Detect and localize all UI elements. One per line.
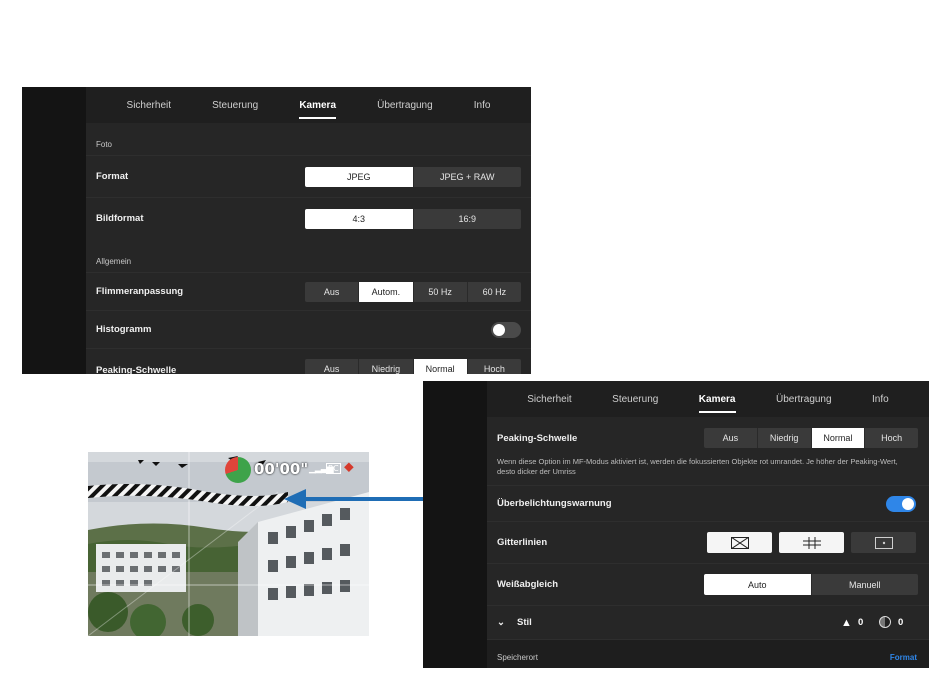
storage-row: Speicherort Format [487, 639, 929, 668]
triangle-icon: ▲ [841, 616, 852, 629]
peaking-selector-top: Aus Niedrig Normal Hoch [305, 359, 521, 374]
tab-bar: Sicherheit Steuerung Kamera Übertragung … [487, 381, 929, 417]
settings-content: Sicherheit Steuerung Kamera Übertragung … [86, 87, 531, 374]
camera-settings-panel-top: Sicherheit Steuerung Kamera Übertragung … [22, 87, 531, 374]
bildformat-selector: 4:3 16:9 [305, 208, 522, 229]
gridline-thirds-button[interactable] [779, 532, 844, 553]
settings-content: Sicherheit Steuerung Kamera Übertragung … [487, 381, 929, 668]
overexposure-label: Überbelichtungswarnung [497, 498, 612, 509]
gridlines-label: Gitterlinien [497, 537, 548, 548]
format-link[interactable]: Format [890, 653, 917, 662]
toggle-knob [493, 324, 505, 336]
peaking-option-aus[interactable]: Aus [704, 428, 757, 448]
style-value-a: 0 [858, 617, 864, 628]
tab-steuerung[interactable]: Steuerung [206, 96, 264, 115]
gridline-diagonal-button[interactable] [707, 532, 772, 553]
rc-badge: RC [326, 463, 341, 474]
flimmer-option-60hz[interactable]: 60 Hz [466, 281, 521, 302]
format-option-jpeg[interactable]: JPEG [305, 166, 413, 187]
tab-sicherheit[interactable]: Sicherheit [521, 390, 577, 409]
flimmer-label: Flimmeranpassung [96, 286, 184, 297]
tab-sicherheit[interactable]: Sicherheit [121, 96, 177, 115]
peaking-option-normal[interactable]: Normal [412, 359, 467, 374]
sidebar [22, 87, 86, 374]
whitebalance-option-manuell[interactable]: Manuell [810, 574, 919, 595]
timer-readout: 00'00" [254, 460, 309, 478]
format-label: Format [96, 171, 129, 182]
bildformat-label: Bildformat [96, 213, 144, 224]
grid-thirds-icon [802, 536, 821, 549]
grid-center-icon [874, 536, 893, 549]
peaking-option-niedrig[interactable]: Niedrig [756, 428, 811, 448]
peaking-option-hoch[interactable]: Hoch [466, 359, 521, 374]
grid-diagonal-icon [730, 536, 749, 549]
flimmer-option-aus[interactable]: Aus [305, 282, 358, 302]
peaking-option-hoch[interactable]: Hoch [864, 428, 918, 448]
tab-kamera[interactable]: Kamera [693, 390, 742, 413]
peaking-row: Peaking-Schwelle Aus Niedrig Normal Hoch… [487, 419, 929, 485]
sidebar [423, 381, 487, 668]
style-row[interactable]: ⌄ Stil ▲ 0 0 [487, 605, 929, 639]
whitebalance-selector: Auto Manuell [704, 574, 918, 595]
peaking-description: Wenn diese Option im MF-Modus aktiviert … [497, 457, 898, 476]
flimmer-option-autom[interactable]: Autom. [358, 281, 413, 302]
histogramm-row: Histogramm [86, 310, 531, 348]
peaking-row-top: Peaking-Schwelle Aus Niedrig Normal Hoch [86, 348, 531, 374]
format-option-jpeg-raw[interactable]: JPEG + RAW [412, 166, 522, 187]
tab-info[interactable]: Info [468, 96, 497, 115]
focus-ring-icon [225, 457, 251, 483]
style-label: Stil [517, 617, 532, 628]
flimmer-option-50hz[interactable]: 50 Hz [412, 281, 467, 302]
tab-uebertragung[interactable]: Übertragung [770, 390, 838, 409]
storage-label: Speicherort [497, 653, 538, 662]
histogramm-label: Histogramm [96, 324, 152, 335]
peaking-option-aus[interactable]: Aus [305, 359, 358, 374]
overexposure-toggle[interactable] [886, 496, 916, 512]
flimmer-row: Flimmeranpassung Aus Autom. 50 Hz 60 Hz [86, 272, 531, 310]
bildformat-option-16-9[interactable]: 16:9 [412, 208, 522, 229]
tab-steuerung[interactable]: Steuerung [606, 390, 664, 409]
bildformat-option-4-3[interactable]: 4:3 [305, 208, 413, 229]
whitebalance-label: Weißabgleich [497, 579, 559, 590]
tab-info[interactable]: Info [866, 390, 895, 409]
tab-kamera[interactable]: Kamera [293, 96, 342, 119]
camera-live-view: 00'00" ▁▂▃▅ RC ⬥ [88, 452, 369, 636]
whitebalance-row: Weißabgleich Auto Manuell [487, 563, 929, 605]
peaking-label: Peaking-Schwelle [497, 433, 578, 444]
histogramm-toggle[interactable] [491, 322, 521, 338]
peaking-option-niedrig[interactable]: Niedrig [358, 359, 412, 374]
toggle-knob [902, 498, 914, 510]
peaking-option-normal[interactable]: Normal [810, 428, 865, 448]
section-foto-label: Foto [96, 140, 113, 149]
chevron-down-icon: ⌄ [497, 617, 505, 628]
tab-bar: Sicherheit Steuerung Kamera Übertragung … [86, 87, 531, 123]
gridlines-row: Gitterlinien [487, 521, 929, 563]
section-allgemein-label: Allgemein [96, 257, 132, 266]
gridline-center-button[interactable] [851, 532, 916, 553]
red-marker-icon: ⬥ [344, 459, 354, 475]
whitebalance-option-auto[interactable]: Auto [704, 574, 811, 595]
camera-settings-panel-bottom: Sicherheit Steuerung Kamera Übertragung … [423, 381, 929, 668]
peaking-selector: Aus Niedrig Normal Hoch [704, 428, 918, 448]
style-value-b: 0 [898, 617, 904, 628]
flimmer-selector: Aus Autom. 50 Hz 60 Hz [305, 281, 521, 302]
overexposure-row: Überbelichtungswarnung [487, 485, 929, 521]
format-row: Format JPEG JPEG + RAW [86, 155, 531, 197]
bildformat-row: Bildformat 4:3 16:9 [86, 197, 531, 239]
contrast-icon [879, 616, 891, 628]
format-selector: JPEG JPEG + RAW [305, 166, 522, 187]
peaking-label: Peaking-Schwelle [96, 365, 177, 374]
tab-uebertragung[interactable]: Übertragung [371, 96, 439, 115]
